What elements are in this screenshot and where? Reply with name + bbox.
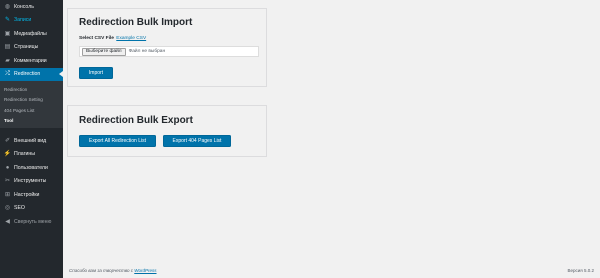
appearance-icon: ✐ — [4, 137, 11, 144]
submenu-item-2[interactable]: Redirection Setting — [0, 95, 63, 106]
collapse-icon: ◀ — [5, 218, 10, 225]
plugins-icon: ⚡ — [3, 151, 12, 158]
sidebar-item-6-items_top[interactable]: ⤮ Redirection — [0, 67, 63, 81]
sidebar-item-label: Комментарии — [14, 57, 47, 64]
sidebar-item-label: Записи — [14, 17, 32, 24]
sidebar-item-6-items_bottom[interactable]: ◎ SEO — [0, 202, 63, 216]
export-all-redirection-button[interactable]: Export All Redirection List — [79, 135, 156, 147]
file-status-text: Файл не выбран — [128, 49, 166, 54]
sidebar-item-label: Медиафайлы — [14, 30, 47, 37]
export-panel: Redirection Bulk Export Export All Redir… — [67, 105, 267, 157]
sidebar-item-label: Redirection — [14, 71, 41, 78]
sidebar-item-label: Консоль — [14, 3, 34, 10]
sidebar-item-label: Пользователи — [14, 164, 48, 171]
export-panel-title: Redirection Bulk Export — [79, 115, 193, 126]
submenu-item-4[interactable]: Tool — [0, 116, 63, 127]
dashboard-icon: ◍ — [4, 3, 11, 10]
submenu-item-3[interactable]: 404 Pages List — [0, 105, 63, 116]
csv-file-input[interactable]: Выберите файл Файл не выбран — [79, 46, 259, 57]
tools-icon: ✂ — [4, 178, 11, 185]
media-icon: ▣ — [4, 30, 11, 37]
footer-thanks-text: Спасибо вам за творчество с — [69, 268, 133, 273]
sidebar-item-1-items_bottom[interactable]: ✐ Внешний вид — [0, 134, 63, 148]
sidebar-item-4-items_bottom[interactable]: ✂ Инструменты — [0, 175, 63, 189]
seo-icon: ◎ — [4, 205, 11, 212]
sidebar-item-5-items_top[interactable]: ▰ Комментарии — [0, 54, 63, 68]
sidebar-item-label: Страницы — [14, 44, 39, 51]
sidebar-item-label: Плагины — [14, 151, 36, 158]
footer-version: Версия 5.0.2 — [567, 268, 594, 273]
sidebar-item-2-items_bottom[interactable]: ⚡ Плагины — [0, 148, 63, 162]
sidebar-menu-bottom: ✐ Внешний вид ⚡ Плагины ● Пользователи ✂ Инстру… — [0, 134, 63, 229]
sidebar-item-label: Внешний вид — [14, 137, 47, 144]
sidebar-item-label: Настройки — [14, 191, 40, 198]
export-404-button[interactable]: Export 404 Pages List — [163, 135, 231, 147]
sidebar-menu-top: ◍ Консоль ✎ Записи ▣ Медиафайлы ▤ Страницы ▰ Комм… — [0, 0, 63, 81]
sidebar-item-7-items_bottom[interactable]: ◀ Свернуть меню — [0, 215, 63, 229]
csv-field-label: Select CSV File — [79, 36, 114, 41]
comments-icon: ▰ — [5, 57, 10, 64]
import-panel-title: Redirection Bulk Import — [79, 17, 193, 28]
users-icon: ● — [5, 164, 10, 171]
sidebar-item-label: Инструменты — [14, 178, 47, 185]
redirection-submenu: Redirection Redirection Setting 404 Pages … — [0, 81, 63, 128]
sidebar-item-1-items_top[interactable]: ◍ Консоль — [0, 0, 63, 14]
sidebar-item-3-items_top[interactable]: ▣ Медиафайлы — [0, 27, 63, 41]
choose-file-button[interactable]: Выберите файл — [82, 47, 126, 56]
submenu-item-1[interactable]: Redirection — [0, 84, 63, 95]
shuffle-icon: ⤮ — [5, 71, 10, 78]
pages-icon: ▤ — [4, 44, 11, 51]
sidebar-item-4-items_top[interactable]: ▤ Страницы — [0, 41, 63, 55]
import-panel: Redirection Bulk Import Select CSV File … — [67, 8, 267, 87]
sidebar-item-3-items_bottom[interactable]: ● Пользователи — [0, 161, 63, 175]
pin-icon: ✎ — [4, 17, 11, 24]
settings-icon: ⊞ — [4, 191, 11, 198]
footer-thanks: Спасибо вам за творчество с WordPress — [69, 268, 157, 273]
wordpress-link[interactable]: WordPress — [134, 268, 156, 273]
csv-field-row: Select CSV File Example CSV — [79, 36, 146, 41]
sidebar-item-2-items_top[interactable]: ✎ Записи — [0, 14, 63, 28]
admin-sidebar: ◍ Консоль ✎ Записи ▣ Медиафайлы ▤ Страницы ▰ Комм… — [0, 0, 63, 278]
sidebar-item-label: Свернуть меню — [14, 218, 52, 225]
import-button[interactable]: Import — [79, 67, 113, 79]
example-csv-link[interactable]: Example CSV — [116, 36, 146, 41]
sidebar-item-label: SEO — [14, 205, 25, 212]
sidebar-item-5-items_bottom[interactable]: ⊞ Настройки — [0, 188, 63, 202]
